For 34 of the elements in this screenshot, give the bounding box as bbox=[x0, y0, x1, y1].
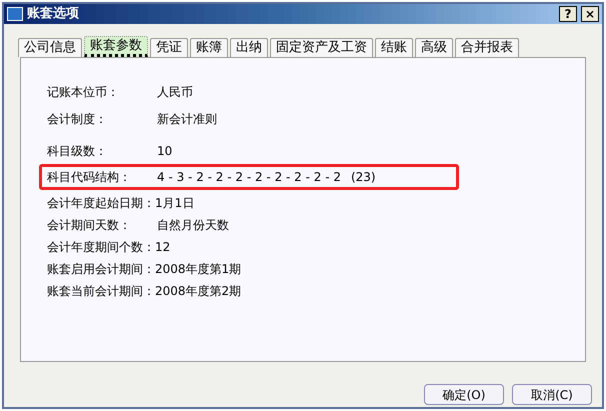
field-label: 账套当前会计期间： bbox=[47, 283, 155, 300]
tab[interactable]: 固定资产及工资 bbox=[270, 38, 373, 57]
tab[interactable]: 高级 bbox=[415, 38, 453, 57]
tab[interactable]: 公司信息 bbox=[18, 38, 82, 57]
window-title: 账套选项 bbox=[27, 5, 80, 24]
tab[interactable]: 凭证 bbox=[150, 38, 188, 57]
close-button[interactable]: × bbox=[581, 6, 599, 22]
field-label: 记账本位币： bbox=[47, 84, 120, 100]
field-value: 4 - 3 - 2 - 2 - 2 - 2 - 2 - 2 - 2 - 2 bbox=[157, 169, 341, 186]
tab[interactable]: 账簿 bbox=[190, 38, 228, 57]
field-value: 2008年度第2期 bbox=[155, 283, 242, 300]
field-value: 1月1日 bbox=[155, 195, 194, 212]
field-value: 新会计准则 bbox=[157, 110, 217, 128]
field-value: 自然月份天数 bbox=[157, 217, 229, 234]
tab[interactable]: 出纳 bbox=[230, 38, 268, 57]
field-value: 10 bbox=[157, 143, 172, 160]
tab[interactable]: 结账 bbox=[375, 38, 413, 57]
help-button[interactable]: ? bbox=[559, 6, 577, 22]
app-icon bbox=[7, 7, 23, 21]
tab[interactable]: 合并报表 bbox=[455, 38, 519, 57]
field-label: 会计年度期间个数： bbox=[47, 239, 155, 256]
field-label: 会计年度起始日期： bbox=[47, 195, 155, 212]
field-label: 会计制度： bbox=[47, 110, 108, 128]
field-total: (23) bbox=[350, 169, 376, 186]
tab[interactable]: 账套参数 bbox=[84, 36, 148, 57]
field-label: 会计期间天数： bbox=[47, 217, 132, 234]
field-label: 科目代码结构： bbox=[47, 169, 132, 186]
field-label: 账套启用会计期间： bbox=[47, 261, 155, 278]
field-value: 2008年度第1期 bbox=[155, 261, 242, 278]
field-label: 科目级数： bbox=[47, 143, 108, 160]
dialog-button[interactable]: 取消(C) bbox=[512, 384, 592, 405]
dialog-button[interactable]: 确定(O) bbox=[424, 384, 504, 405]
field-value: 12 bbox=[155, 239, 170, 256]
field-value: 人民币 bbox=[157, 84, 193, 100]
